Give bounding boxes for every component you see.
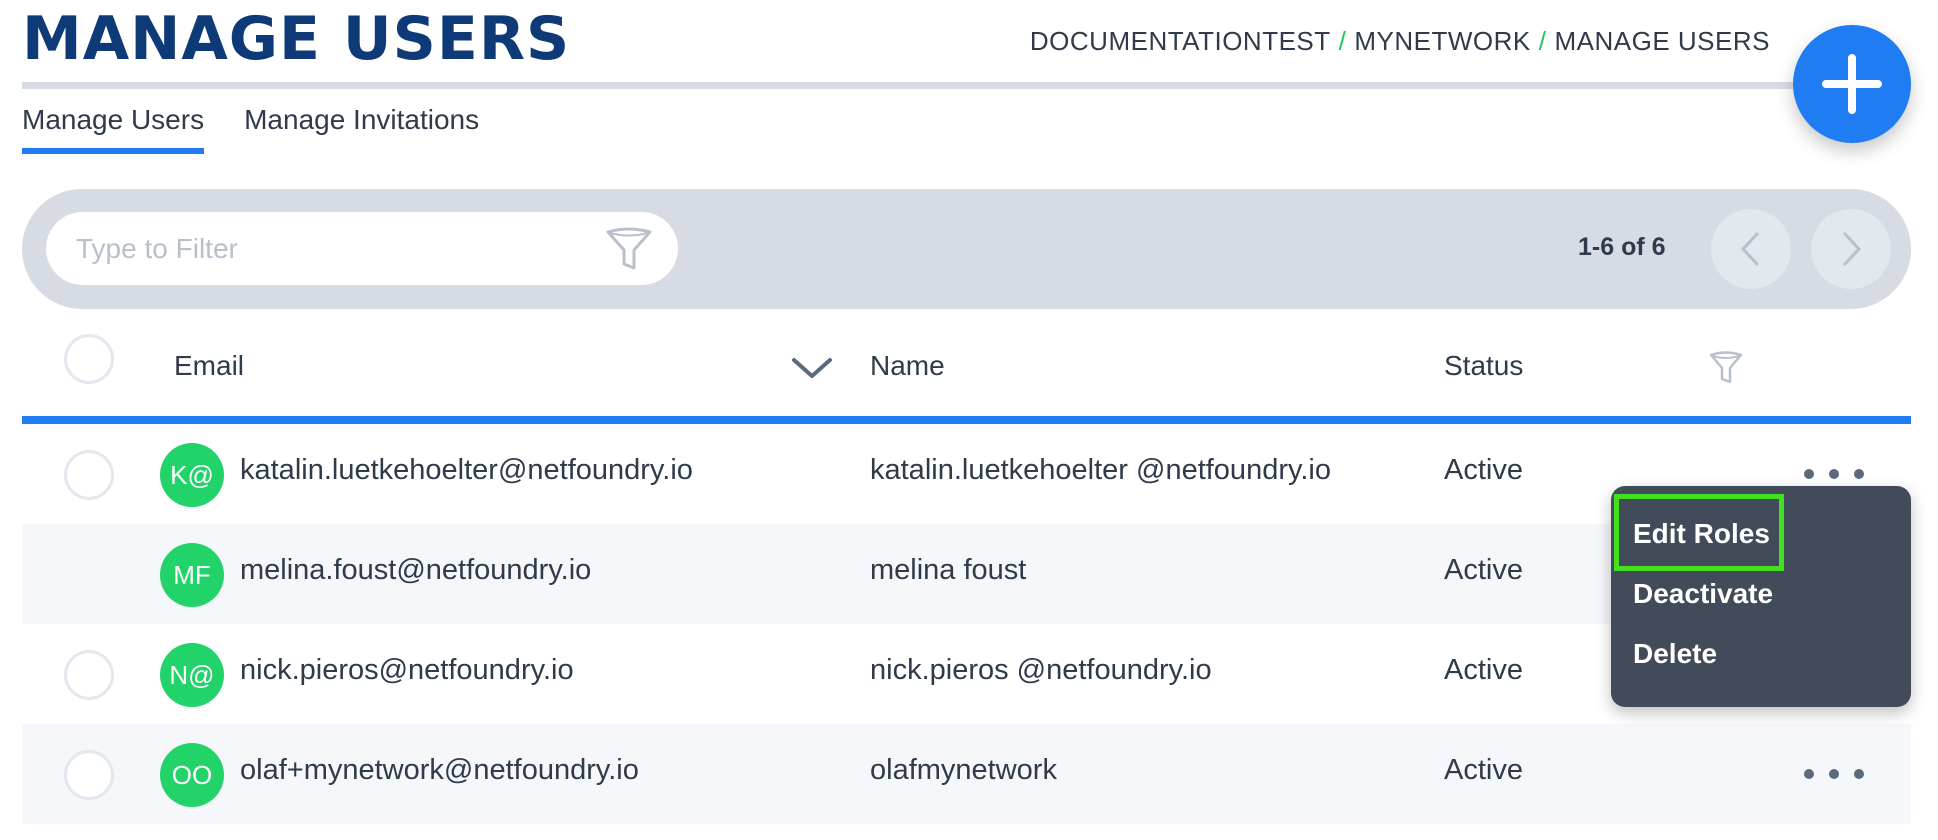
filter-toolbar: 1-6 of 6 — [22, 189, 1911, 309]
dot-icon — [1829, 769, 1839, 779]
table-header: Email Name Status — [22, 320, 1911, 424]
row-checkbox[interactable] — [64, 750, 114, 800]
row-name: nick.pieros @netfoundry.io — [870, 654, 1212, 686]
row-name: olafmynetwork — [870, 754, 1057, 786]
tab-manage-users[interactable]: Manage Users — [22, 104, 205, 154]
dot-icon — [1854, 769, 1864, 779]
breadcrumb-item-network[interactable]: MYNETWORK — [1354, 26, 1530, 56]
breadcrumb-item-current: MANAGE USERS — [1554, 26, 1770, 56]
row-status: Active — [1444, 454, 1523, 486]
row-name: melina foust — [870, 554, 1027, 586]
deactivate-menu-item[interactable]: Deactivate — [1633, 578, 1773, 610]
row-email: nick.pieros@netfoundry.io — [240, 654, 574, 686]
column-filter-icon[interactable] — [1708, 348, 1744, 388]
previous-page-button[interactable] — [1711, 209, 1791, 289]
avatar: MF — [160, 543, 224, 607]
chevron-left-icon — [1741, 232, 1759, 266]
dot-icon — [1829, 469, 1839, 479]
row-name: katalin.luetkehoelter @netfoundry.io — [870, 454, 1331, 486]
row-checkbox[interactable] — [64, 650, 114, 700]
filter-input-container — [46, 212, 678, 285]
filter-input[interactable] — [46, 212, 566, 285]
select-all-checkbox[interactable] — [64, 334, 114, 384]
row-status: Active — [1444, 654, 1523, 686]
row-actions-button[interactable] — [1804, 754, 1864, 794]
table-row[interactable]: OO olaf+mynetwork@netfoundry.io olafmyne… — [22, 724, 1911, 824]
dot-icon — [1854, 469, 1864, 479]
row-status: Active — [1444, 754, 1523, 786]
chevron-down-icon[interactable] — [790, 350, 834, 386]
avatar: N@ — [160, 643, 224, 707]
breadcrumb-item-organization[interactable]: DOCUMENTATIONTEST — [1030, 26, 1331, 56]
avatar: OO — [160, 743, 224, 807]
title-divider — [22, 82, 1794, 89]
breadcrumb-separator: / — [1538, 26, 1547, 56]
filter-icon[interactable] — [604, 224, 654, 274]
tab-manage-invitations[interactable]: Manage Invitations — [244, 104, 479, 154]
row-email: olaf+mynetwork@netfoundry.io — [240, 754, 639, 786]
add-user-button[interactable] — [1793, 25, 1911, 143]
dot-icon — [1804, 469, 1814, 479]
breadcrumb-separator: / — [1338, 26, 1347, 56]
delete-menu-item[interactable]: Delete — [1633, 638, 1717, 670]
column-header-status[interactable]: Status — [1444, 350, 1523, 382]
row-action-menu: Edit Roles Deactivate Delete — [1611, 486, 1911, 707]
avatar: K@ — [160, 443, 224, 507]
edit-roles-menu-item[interactable]: Edit Roles — [1633, 518, 1770, 550]
dot-icon — [1804, 769, 1814, 779]
row-email: katalin.luetkehoelter@netfoundry.io — [240, 454, 693, 486]
chevron-right-icon — [1843, 232, 1861, 266]
next-page-button[interactable] — [1811, 209, 1891, 289]
breadcrumb: DOCUMENTATIONTEST / MYNETWORK / MANAGE USERS — [1030, 26, 1770, 57]
column-header-email[interactable]: Email — [174, 350, 244, 382]
column-header-name[interactable]: Name — [870, 350, 945, 382]
pagination-count: 1-6 of 6 — [1578, 233, 1666, 261]
plus-icon — [1822, 54, 1882, 114]
row-status: Active — [1444, 554, 1523, 586]
row-checkbox[interactable] — [64, 450, 114, 500]
row-email: melina.foust@netfoundry.io — [240, 554, 592, 586]
tab-bar: Manage Users Manage Invitations — [22, 104, 479, 154]
page-title: MANAGE USERS — [22, 4, 571, 74]
